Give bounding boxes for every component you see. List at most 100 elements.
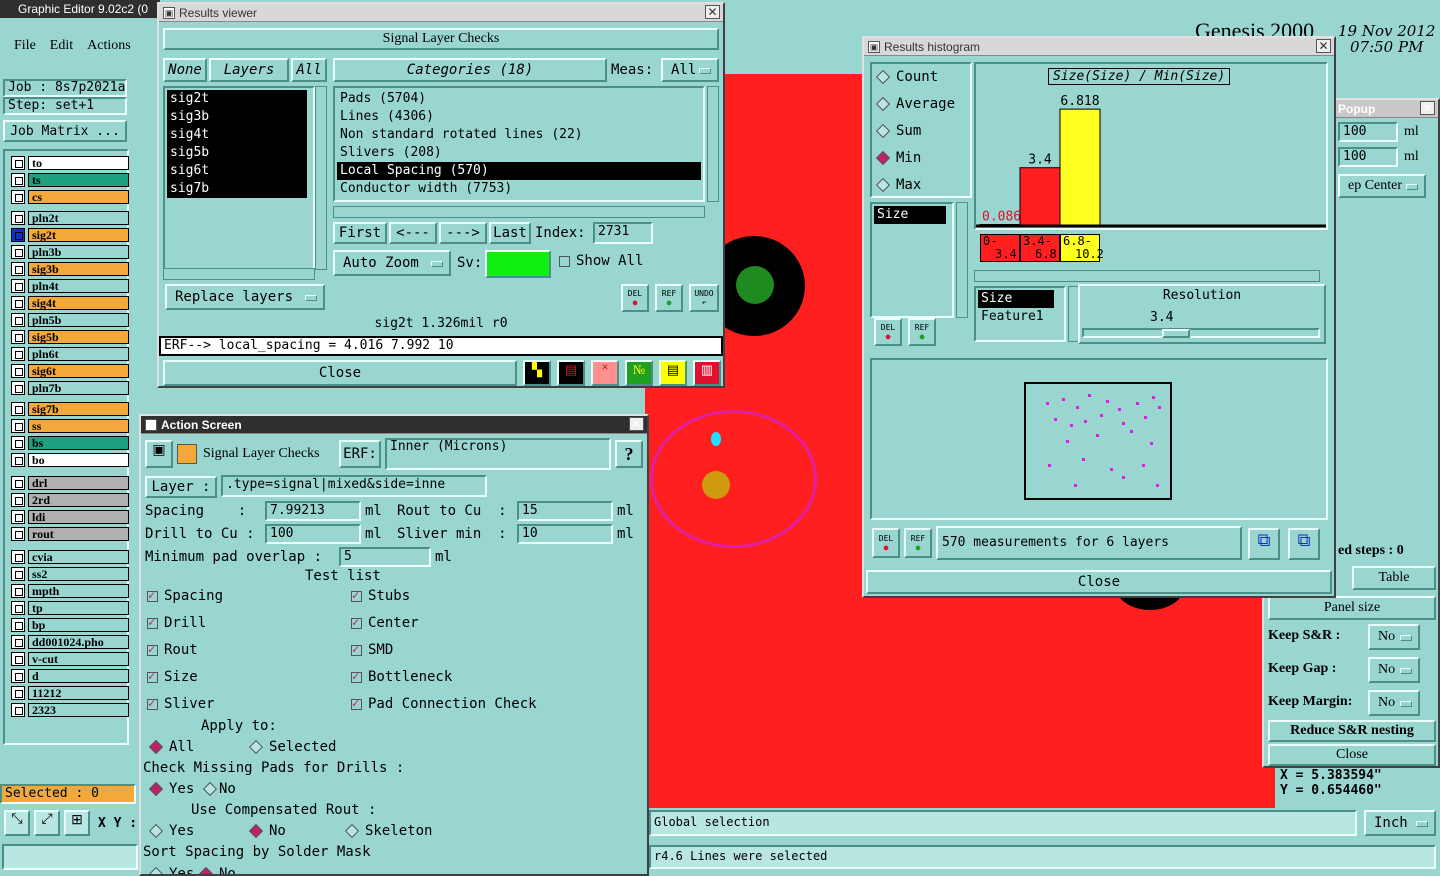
layer-toggle-icon[interactable]: [11, 685, 25, 700]
layer-row-bo[interactable]: bo: [11, 452, 129, 467]
layer-toggle-icon[interactable]: [11, 329, 25, 344]
histogram-icon[interactable]: ▥: [693, 360, 721, 386]
zoom-in-icon[interactable]: ⧉: [1248, 528, 1280, 560]
sv-color-dropdown[interactable]: [485, 250, 551, 278]
popup-close-button[interactable]: Close: [1268, 744, 1436, 766]
layer-row-ss2[interactable]: ss2: [11, 566, 129, 581]
rv-layer-item[interactable]: sig4t: [167, 126, 307, 144]
radio-icon[interactable]: [875, 96, 891, 112]
sort-no-radio[interactable]: No: [198, 866, 236, 874]
rv-layer-item[interactable]: sig7b: [167, 180, 307, 198]
layer-row-cs[interactable]: cs: [11, 189, 129, 204]
layer-row-2323[interactable]: 2323: [11, 702, 129, 717]
rv-close-button[interactable]: Close: [163, 360, 517, 386]
show-all-box[interactable]: [559, 256, 570, 268]
prev-button[interactable]: <---: [389, 222, 437, 244]
check-icon[interactable]: [147, 615, 158, 629]
sliver-field[interactable]: 10: [517, 524, 613, 544]
layer-row-ss[interactable]: ss: [11, 418, 129, 433]
rv-layer-item[interactable]: sig6t: [167, 162, 307, 180]
menu-edit[interactable]: Edit: [50, 38, 73, 56]
layer-toggle-icon[interactable]: [11, 189, 25, 204]
units-dropdown[interactable]: Inch: [1364, 810, 1436, 836]
menu-actions[interactable]: Actions: [87, 38, 131, 56]
tab-all[interactable]: All: [291, 58, 327, 82]
test-rout[interactable]: Rout: [147, 642, 223, 669]
step-center-dropdown[interactable]: ep Center: [1338, 174, 1426, 198]
layer-row-to[interactable]: to: [11, 155, 129, 170]
rv-layer-hscroll[interactable]: [163, 268, 315, 280]
layer-toggle-icon[interactable]: [11, 549, 25, 564]
layer-toggle-icon[interactable]: [11, 295, 25, 310]
layer-row-sig5b[interactable]: sig5b: [11, 329, 129, 344]
resolution-slider[interactable]: [1082, 328, 1320, 338]
sort-yes-radio[interactable]: Yes: [148, 866, 194, 874]
drill-field[interactable]: 100: [265, 524, 361, 544]
ruler-icon[interactable]: ▚: [523, 360, 551, 386]
layer-toggle-icon[interactable]: [11, 583, 25, 598]
close-icon[interactable]: ✕: [1316, 39, 1331, 53]
layer-toggle-icon[interactable]: [11, 312, 25, 327]
numbering-icon[interactable]: №: [625, 360, 653, 386]
hist-del-button[interactable]: DEL ●: [874, 318, 902, 346]
test-spacing[interactable]: Spacing: [147, 588, 223, 615]
help-button[interactable]: ?: [615, 440, 643, 468]
layer-toggle-icon[interactable]: [11, 617, 25, 632]
layer-row-2rd[interactable]: 2rd: [11, 492, 129, 507]
radio-on[interactable]: [148, 781, 164, 797]
layer-toggle-icon[interactable]: [11, 363, 25, 378]
rv-layer-item[interactable]: sig3b: [167, 108, 307, 126]
layer-toggle-icon[interactable]: [11, 634, 25, 649]
reduce-sr-button[interactable]: Reduce S&R nesting: [1268, 720, 1436, 742]
grid-icon[interactable]: ⊞: [64, 810, 90, 836]
category-hscroll[interactable]: [333, 206, 705, 218]
field-list-scrollbar[interactable]: [956, 202, 968, 318]
check-icon[interactable]: [147, 588, 158, 602]
layer-toggle-icon[interactable]: [11, 668, 25, 683]
layer-toggle-icon[interactable]: [11, 526, 25, 541]
check-icon[interactable]: [147, 669, 158, 683]
tab-layers[interactable]: Layers: [209, 58, 289, 82]
layer-row-rout[interactable]: rout: [11, 526, 129, 541]
layer-row-v-cut[interactable]: v-cut: [11, 651, 129, 666]
layer-toggle-icon[interactable]: [11, 210, 25, 225]
rv-del-button[interactable]: DEL ●: [621, 284, 649, 312]
test-pad-connection-check[interactable]: Pad Connection Check: [351, 696, 537, 723]
layer-row-ts[interactable]: ts: [11, 172, 129, 187]
rv-layer-item[interactable]: sig5b: [167, 144, 307, 162]
agg-option-count[interactable]: Count: [875, 64, 970, 91]
layer-row-drl[interactable]: drl: [11, 475, 129, 490]
rv-undo-button[interactable]: UNDO ↶: [689, 284, 719, 312]
layer-row-sig2t[interactable]: sig2t: [11, 227, 129, 242]
check-icon[interactable]: [147, 642, 158, 656]
test-size[interactable]: Size: [147, 669, 223, 696]
keep-gap-dropdown[interactable]: No: [1368, 657, 1420, 683]
layer-toggle-icon[interactable]: [11, 244, 25, 259]
layer-toggle-icon[interactable]: [11, 155, 25, 170]
measure-item[interactable]: Feature1: [978, 308, 1054, 326]
agg-option-sum[interactable]: Sum: [875, 118, 970, 145]
layer-row-pln5b[interactable]: pln5b: [11, 312, 129, 327]
category-list[interactable]: Pads (5704) Lines (4306) Non standard rota…: [333, 86, 705, 202]
layer-row-pln2t[interactable]: pln2t: [11, 210, 129, 225]
layer-row-pln4t[interactable]: pln4t: [11, 278, 129, 293]
comp-yes-radio[interactable]: Yes: [148, 823, 194, 839]
layer-row-sig4t[interactable]: sig4t: [11, 295, 129, 310]
window-menu-icon[interactable]: ▣: [868, 40, 880, 53]
check-icon[interactable]: [351, 642, 362, 656]
radio-off[interactable]: [202, 781, 218, 797]
layer-toggle-icon[interactable]: [11, 261, 25, 276]
layer-row-ldi[interactable]: ldi: [11, 509, 129, 524]
layer-toggle-icon[interactable]: [11, 227, 25, 242]
layer-toggle-icon[interactable]: [11, 435, 25, 450]
hist-close-button[interactable]: Close: [866, 570, 1332, 594]
layer-row-sig6t[interactable]: sig6t: [11, 363, 129, 378]
category-scrollbar[interactable]: [707, 86, 719, 202]
layer-row-bs[interactable]: bs: [11, 435, 129, 450]
zoom-out-icon[interactable]: ⧉: [1288, 528, 1320, 560]
layer-toggle-icon[interactable]: [11, 172, 25, 187]
hist-ref-button[interactable]: REF ●: [908, 318, 936, 346]
category-item[interactable]: Conductor width (7753): [337, 180, 701, 198]
agg-option-average[interactable]: Average: [875, 91, 970, 118]
layer-row-mpth[interactable]: mpth: [11, 583, 129, 598]
